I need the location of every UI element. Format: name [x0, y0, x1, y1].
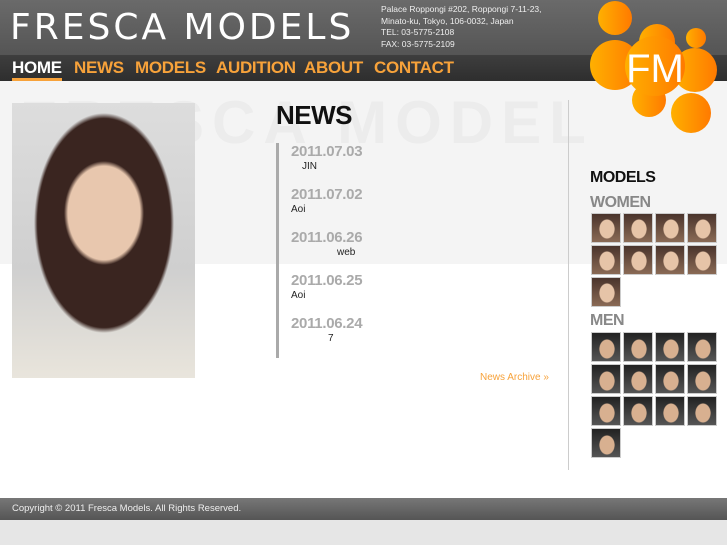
women-model-thumbnail[interactable] — [591, 213, 621, 243]
news-text: JIN — [302, 161, 317, 172]
featured-model-photo[interactable] — [12, 103, 195, 378]
men-model-thumbnail[interactable] — [687, 332, 717, 362]
men-model-thumbnail[interactable] — [623, 332, 653, 362]
nav-about[interactable]: ABOUT — [304, 58, 363, 78]
news-item[interactable]: 2011.06.26 web — [291, 229, 491, 258]
fax: FAX: 03-5775-2109 — [381, 38, 455, 49]
women-model-thumbnail[interactable] — [655, 245, 685, 275]
women-heading[interactable]: WOMEN — [590, 194, 651, 212]
news-item[interactable]: 2011.06.25 Aoi — [291, 272, 491, 301]
news-heading: NEWS — [276, 100, 353, 130]
address-line: Palace Roppongi #202, Roppongi 7-11-23, — [381, 4, 542, 14]
news-date: 2011.06.24 — [291, 315, 363, 332]
news-date: 2011.06.25 — [291, 272, 363, 289]
women-model-thumbnail[interactable] — [591, 277, 621, 307]
footer: Copyright © 2011 Fresca Models. All Righ… — [0, 498, 727, 520]
men-model-thumbnail[interactable] — [655, 396, 685, 426]
news-item[interactable]: 2011.07.02 Aoi — [291, 186, 491, 215]
men-model-thumbnail[interactable] — [591, 396, 621, 426]
fm-logo-mark[interactable]: FM — [585, 0, 727, 140]
men-heading[interactable]: MEN — [590, 312, 625, 330]
news-text: web — [337, 247, 356, 258]
women-model-thumbnail[interactable] — [687, 213, 717, 243]
address-line: Minato-ku, Tokyo, 106-0032, Japan — [381, 15, 514, 26]
news-date: 2011.07.03 — [291, 143, 363, 160]
news-item[interactable]: 2011.07.03 JIN — [291, 143, 491, 172]
fm-text: FM — [626, 47, 684, 91]
news-text: Aoi — [291, 204, 306, 215]
nav-audition[interactable]: AUDITION — [216, 58, 296, 78]
news-text: Aoi — [291, 290, 306, 301]
men-model-thumbnail[interactable] — [623, 396, 653, 426]
women-model-thumbnail[interactable] — [623, 213, 653, 243]
copyright: Copyright © 2011 Fresca Models. All Righ… — [12, 503, 242, 514]
models-heading: MODELS — [590, 169, 656, 186]
news-date: 2011.06.26 — [291, 229, 363, 246]
news-archive-link[interactable]: News Archive » — [480, 372, 549, 383]
footer-bottom — [0, 520, 727, 545]
nav-models[interactable]: MODELS — [135, 58, 206, 78]
men-thumbnails — [591, 332, 719, 458]
address: Palace Roppongi #202, Roppongi 7-11-23, … — [381, 4, 581, 50]
nav-home[interactable]: HOME — [12, 58, 62, 81]
nav-news[interactable]: NEWS — [74, 58, 124, 78]
men-model-thumbnail[interactable] — [655, 364, 685, 394]
men-model-thumbnail[interactable] — [591, 364, 621, 394]
news-item[interactable]: 2011.06.24 7 — [291, 315, 491, 344]
men-model-thumbnail[interactable] — [591, 428, 621, 458]
women-thumbnails — [591, 213, 719, 307]
nav-contact[interactable]: CONTACT — [374, 58, 454, 78]
men-model-thumbnail[interactable] — [687, 396, 717, 426]
men-model-thumbnail[interactable] — [591, 332, 621, 362]
column-divider — [568, 100, 569, 470]
women-model-thumbnail[interactable] — [655, 213, 685, 243]
men-model-thumbnail[interactable] — [655, 332, 685, 362]
men-model-thumbnail[interactable] — [623, 364, 653, 394]
men-model-thumbnail[interactable] — [687, 364, 717, 394]
news-text: 7 — [328, 333, 334, 344]
women-model-thumbnail[interactable] — [687, 245, 717, 275]
women-model-thumbnail[interactable] — [591, 245, 621, 275]
news-divider — [276, 143, 279, 358]
site-logo[interactable]: FRESCA MODELS — [10, 7, 354, 48]
women-model-thumbnail[interactable] — [623, 245, 653, 275]
phone: TEL: 03-5775-2108 — [381, 27, 455, 37]
news-date: 2011.07.02 — [291, 186, 363, 203]
